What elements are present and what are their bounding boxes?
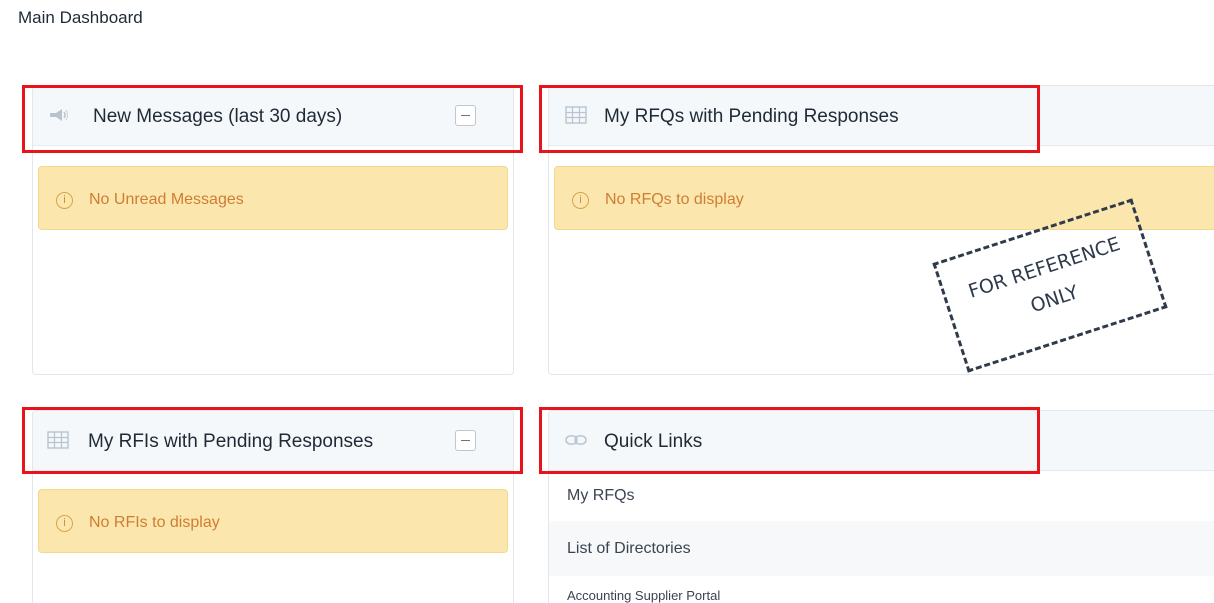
rfis-collapse-button[interactable]: [455, 430, 476, 451]
messages-collapse-button[interactable]: [455, 105, 476, 126]
info-icon: i: [572, 192, 589, 209]
table-grid-icon: [565, 106, 587, 124]
link-icon: [565, 435, 587, 445]
table-grid-icon: [47, 431, 69, 449]
rfis-panel-title: My RFIs with Pending Responses: [88, 431, 374, 452]
rfis-empty-alert: i No RFIs to display: [38, 489, 508, 553]
rfqs-alert-text: No RFQs to display: [605, 191, 744, 208]
quick-links-panel-header: Quick Links: [549, 411, 1214, 471]
rfis-panel-header: My RFIs with Pending Responses: [33, 411, 513, 471]
info-icon: i: [56, 192, 73, 209]
messages-panel-header: New Messages (last 30 days): [33, 86, 513, 146]
quick-link-accounting-supplier-portal[interactable]: Accounting Supplier Portal: [549, 583, 1214, 603]
quick-link-list-of-directories[interactable]: List of Directories: [549, 521, 1214, 576]
rfqs-panel-header: My RFQs with Pending Responses: [549, 86, 1214, 146]
messages-empty-alert: i No Unread Messages: [38, 166, 508, 230]
megaphone-icon: [50, 109, 69, 121]
quick-link-my-rfqs[interactable]: My RFQs: [549, 471, 1214, 521]
messages-panel: New Messages (last 30 days) i No Unread …: [32, 85, 514, 375]
messages-alert-text: No Unread Messages: [89, 191, 244, 208]
info-icon: i: [56, 515, 73, 532]
rfqs-panel-title: My RFQs with Pending Responses: [604, 106, 899, 127]
page-title: Main Dashboard: [18, 8, 143, 27]
rfis-panel: My RFIs with Pending Responses i No RFIs…: [32, 410, 514, 603]
quick-links-panel-title: Quick Links: [604, 431, 703, 452]
messages-panel-title: New Messages (last 30 days): [93, 106, 343, 127]
rfis-alert-text: No RFIs to display: [89, 514, 220, 531]
quick-links-panel: Quick Links My RFQs List of Directories …: [548, 410, 1214, 603]
